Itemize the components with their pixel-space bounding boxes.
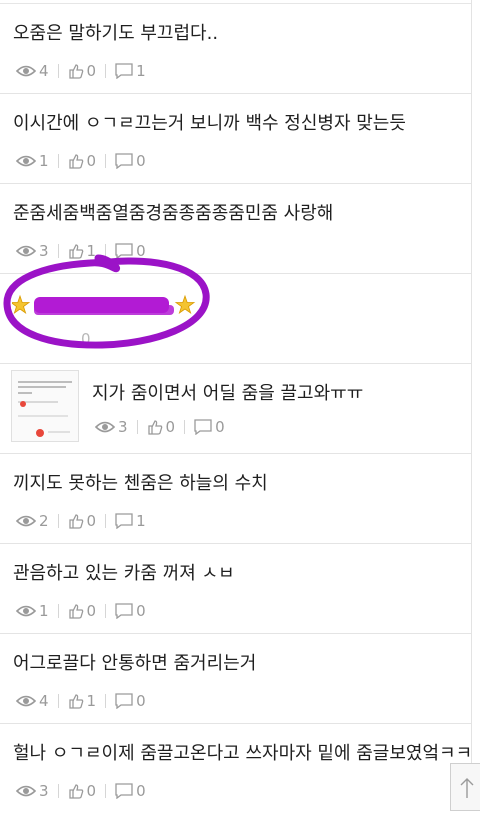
- post-meta: 1 0 0: [16, 601, 146, 621]
- view-count: 1: [16, 152, 49, 170]
- like-count[interactable]: 0: [78, 330, 91, 348]
- comment-count[interactable]: 0: [115, 242, 146, 260]
- scroll-top-button[interactable]: [450, 763, 480, 811]
- speech-bubble-icon: [194, 419, 212, 435]
- post-meta: 3 0 0: [95, 417, 225, 437]
- post-title[interactable]: 관음하고 있는 카줌 꺼져 ㅅㅂ: [13, 562, 235, 586]
- arrow-up-icon: [460, 778, 474, 798]
- list-item[interactable]: 0: [0, 274, 471, 364]
- speech-bubble-icon: [115, 603, 133, 619]
- thumbs-up-icon: [68, 64, 83, 79]
- eye-icon: [16, 155, 36, 167]
- eye-icon: [16, 245, 36, 257]
- like-count[interactable]: 0: [147, 418, 175, 436]
- star-icon: [174, 294, 196, 315]
- thumbs-up-icon: [68, 784, 83, 799]
- redaction-mark: [34, 305, 174, 315]
- post-meta: 3 1 0: [16, 241, 146, 261]
- list-item[interactable]: 준줌세줌백줌열줌경줌종줌종줌민줌 사랑해 3 1 0: [0, 184, 471, 274]
- eye-icon: [16, 785, 36, 797]
- like-count[interactable]: 0: [68, 782, 96, 800]
- list-item[interactable]: 이시간에 ㅇㄱㄹ끄는거 보니까 백수 정신병자 맞는듯 1 0 0: [0, 94, 471, 184]
- like-count[interactable]: 1: [68, 242, 96, 260]
- view-count: 1: [16, 602, 49, 620]
- speech-bubble-icon: [115, 783, 133, 799]
- eye-icon: [16, 65, 36, 77]
- like-count[interactable]: 1: [68, 692, 96, 710]
- post-meta: 3 0 0: [16, 781, 146, 801]
- view-count: 4: [16, 692, 49, 710]
- list-item[interactable]: 헐나 ㅇㄱㄹ이제 줌끌고온다고 쓰자마자 밑에 줌글보였엌ㅋㅋ 3 0 0: [0, 724, 472, 814]
- thumbs-up-icon: [68, 154, 83, 169]
- list-item[interactable]: 끼지도 못하는 첸줌은 하늘의 수치 2 0 1: [0, 454, 471, 544]
- speech-bubble-icon: [115, 153, 133, 169]
- like-count[interactable]: 0: [68, 152, 96, 170]
- post-title-redacted[interactable]: [9, 293, 197, 326]
- eye-icon: [16, 695, 36, 707]
- speech-bubble-icon: [115, 693, 133, 709]
- comment-count[interactable]: 0: [194, 418, 225, 436]
- speech-bubble-icon: [115, 63, 133, 79]
- comment-count[interactable]: 0: [115, 152, 146, 170]
- comment-count[interactable]: 0: [115, 602, 146, 620]
- post-title[interactable]: 어그로끌다 안통하면 줌거리는거: [13, 652, 256, 676]
- post-title[interactable]: 끼지도 못하는 첸줌은 하늘의 수치: [13, 472, 268, 496]
- list-item[interactable]: 오줌은 말하기도 부끄럽다.. 4 0 1: [0, 4, 471, 94]
- post-meta: 4 0 1: [16, 61, 146, 81]
- eye-icon: [95, 421, 115, 433]
- like-count[interactable]: 0: [68, 602, 96, 620]
- eye-icon: [16, 515, 36, 527]
- comment-count[interactable]: 0: [115, 692, 146, 710]
- like-count[interactable]: 0: [68, 512, 96, 530]
- star-icon: [9, 294, 31, 315]
- post-title[interactable]: 준줌세줌백줌열줌경줌종줌종줌민줌 사랑해: [13, 202, 333, 226]
- view-count: 2: [16, 512, 49, 530]
- view-count: 4: [16, 62, 49, 80]
- post-meta: 4 1 0: [16, 691, 146, 711]
- comment-count[interactable]: 1: [115, 512, 146, 530]
- like-count[interactable]: 0: [68, 62, 96, 80]
- post-list: 오줌은 말하기도 부끄럽다.. 4 0 1 이시간에 ㅇㄱㄹ끄는거 보니까 백수…: [0, 0, 472, 811]
- redacted-title: [9, 294, 196, 315]
- post-title[interactable]: 지가 줌이면서 어딜 줌을 끌고와ㅠㅠ: [92, 382, 363, 406]
- thumbs-up-icon: [68, 604, 83, 619]
- comment-count[interactable]: 0: [115, 782, 146, 800]
- post-title[interactable]: 이시간에 ㅇㄱㄹ끄는거 보니까 백수 정신병자 맞는듯: [13, 112, 406, 136]
- comment-count[interactable]: 1: [115, 62, 146, 80]
- post-thumbnail[interactable]: [11, 370, 79, 442]
- view-count: 3: [95, 418, 128, 436]
- thumbs-up-icon: [147, 420, 162, 435]
- speech-bubble-icon: [115, 243, 133, 259]
- view-count: 3: [16, 242, 49, 260]
- post-meta: 1 0 0: [16, 151, 146, 171]
- post-meta: 0: [78, 329, 91, 349]
- thumbs-up-icon: [68, 694, 83, 709]
- speech-bubble-icon: [115, 513, 133, 529]
- eye-icon: [16, 605, 36, 617]
- list-item[interactable]: 어그로끌다 안통하면 줌거리는거 4 1 0: [0, 634, 471, 724]
- post-title[interactable]: 오줌은 말하기도 부끄럽다..: [13, 22, 218, 46]
- list-item[interactable]: 관음하고 있는 카줌 꺼져 ㅅㅂ 1 0 0: [0, 544, 471, 634]
- post-meta: 2 0 1: [16, 511, 146, 531]
- thumbs-up-icon: [68, 514, 83, 529]
- view-count: 3: [16, 782, 49, 800]
- post-title[interactable]: 헐나 ㅇㄱㄹ이제 줌끌고온다고 쓰자마자 밑에 줌글보였엌ㅋㅋ: [13, 742, 472, 766]
- thumbs-up-icon: [68, 244, 83, 259]
